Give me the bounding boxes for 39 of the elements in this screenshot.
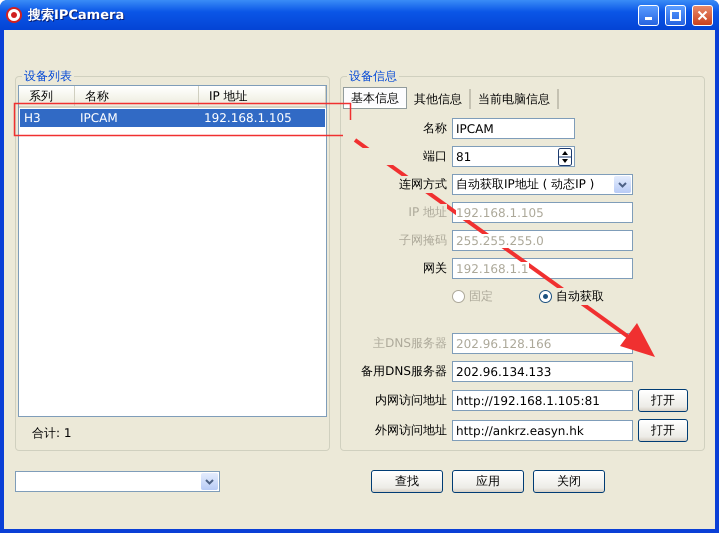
minimize-icon xyxy=(645,16,652,20)
group-title: 设备列表 xyxy=(23,68,73,85)
open-button[interactable]: 打开 xyxy=(638,419,688,442)
dropdown[interactable] xyxy=(15,471,220,492)
action-button[interactable]: 应用 xyxy=(452,470,524,493)
field-label: 名称 xyxy=(343,120,447,137)
open-button[interactable]: 打开 xyxy=(638,389,688,412)
maximize-button[interactable] xyxy=(665,4,686,26)
input-field[interactable]: IPCAM xyxy=(452,118,575,139)
tab[interactable]: 其他信息 xyxy=(407,89,471,109)
column-header[interactable]: 系列 xyxy=(19,86,75,106)
column-header[interactable]: IP 地址 xyxy=(199,86,326,106)
window-title: 搜索IPCamera xyxy=(28,6,126,24)
table-cell-text: H3 xyxy=(23,110,42,127)
tab[interactable]: 基本信息 xyxy=(343,87,407,109)
table-cell-text: IPCAM xyxy=(79,110,119,127)
port-spinner[interactable]: 81 xyxy=(452,146,575,167)
chevron-down-icon xyxy=(205,478,214,484)
network-mode-select[interactable]: 自动获取IP地址 ( 动态IP ) xyxy=(452,174,633,195)
input-field[interactable]: http://ankrz.easyn.hk xyxy=(452,420,633,441)
action-button[interactable]: 关闭 xyxy=(533,470,605,493)
total-count: 合计: 1 xyxy=(31,425,72,442)
minimize-button[interactable] xyxy=(638,4,659,26)
chevron-down-icon xyxy=(618,182,627,188)
input-field[interactable]: 202.96.134.133 xyxy=(452,361,633,382)
input-field[interactable]: http://192.168.1.105:81 xyxy=(452,390,633,411)
tab[interactable]: 当前电脑信息 xyxy=(471,89,559,109)
maximize-icon xyxy=(670,10,681,20)
spinner-arrows-icon[interactable] xyxy=(558,148,574,166)
radio-option[interactable]: 自动获取 xyxy=(539,288,604,305)
column-header[interactable]: 名称 xyxy=(75,86,199,106)
table-row[interactable]: H3 IPCAM 192.168.1.105 xyxy=(20,109,325,127)
close-icon xyxy=(697,10,708,20)
action-button[interactable]: 查找 xyxy=(371,470,443,493)
close-button[interactable] xyxy=(692,4,713,26)
table-cell-text: 192.168.1.105 xyxy=(203,110,293,127)
device-table[interactable]: 系列 名称 IP 地址 H3 IPCAM 192.168.1.105 xyxy=(18,85,327,417)
camera-logo-icon xyxy=(6,7,22,23)
group-title: 设备信息 xyxy=(348,68,398,85)
